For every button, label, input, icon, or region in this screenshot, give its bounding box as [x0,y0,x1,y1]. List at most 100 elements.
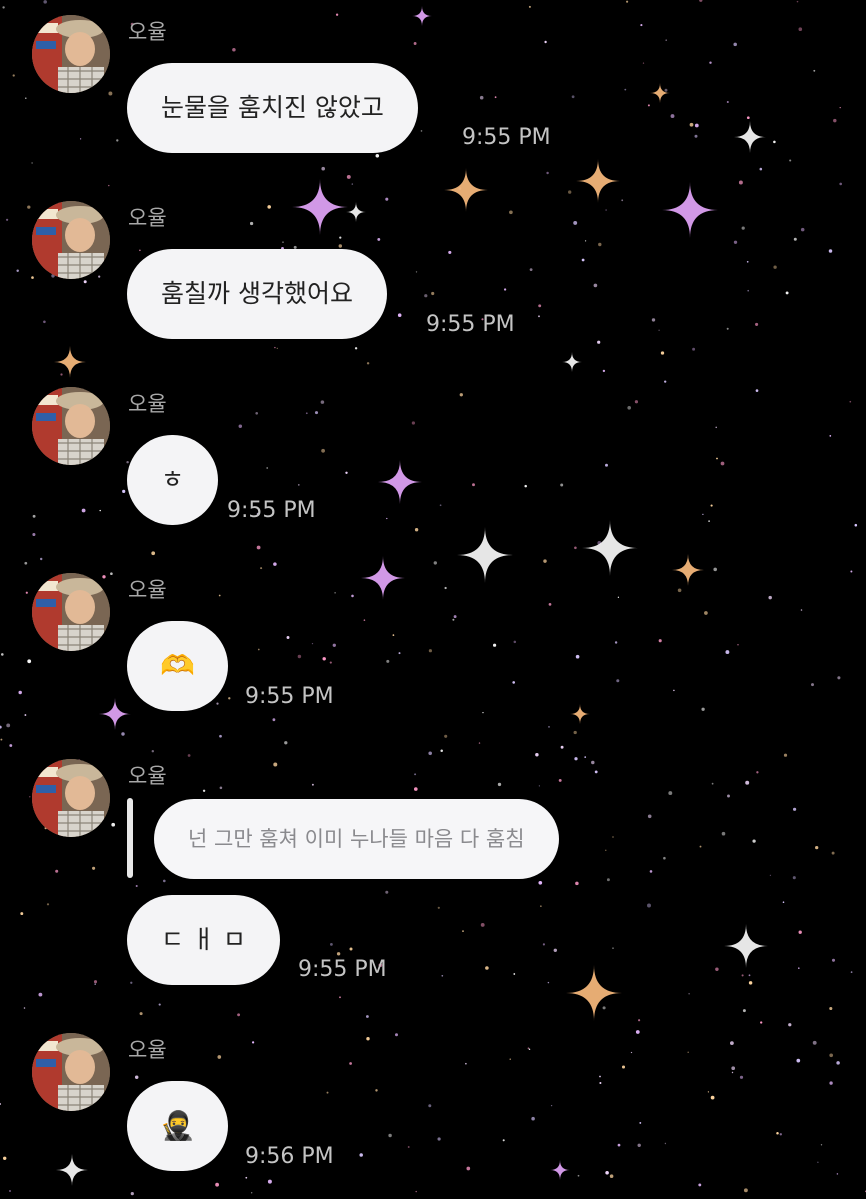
star-dot [272,718,276,722]
star-dot [60,373,63,376]
star-dot [746,260,749,263]
star-dot [658,639,662,643]
star-dot [748,981,753,985]
avatar[interactable] [32,201,110,279]
sparkle-star [576,159,620,203]
star-dot [415,1190,417,1193]
star-dot [420,130,423,132]
star-dot [134,1075,139,1079]
avatar[interactable] [32,759,110,837]
star-dot [547,981,550,984]
star-dot [839,182,843,186]
avatar[interactable] [32,1033,110,1111]
star-dot [385,197,389,201]
star-dot [386,659,390,663]
avatar[interactable] [32,15,110,93]
sparkle-star [346,202,366,222]
star-dot [800,227,805,232]
star-dot [769,874,772,876]
star-dot [726,100,729,104]
message-bubble[interactable]: 훔칠까 생각했어요 [127,249,387,339]
star-dot [721,831,726,836]
star-dot [6,723,11,728]
star-dot [574,546,577,550]
star-dot [9,744,13,747]
star-dot [788,1023,792,1027]
star-dot [336,952,341,956]
star-dot [544,40,547,44]
star-dot [428,751,432,756]
star-dot [18,690,22,695]
message-bubble[interactable]: 🫶 [127,621,228,711]
sparkle-star [672,554,704,586]
reply-indicator-bar [127,798,133,878]
star-dot [437,1137,441,1141]
star-dot [39,557,43,561]
star-dot [23,1007,26,1009]
star-dot [527,1047,530,1049]
star-dot [366,362,370,365]
sender-name: 오율 [128,206,167,230]
star-dot [375,1089,378,1092]
star-dot [282,241,284,243]
star-dot [568,190,572,194]
star-dot [689,122,694,127]
sparkle-star [378,460,422,504]
star-dot [238,424,243,428]
star-dot [431,291,435,296]
replied-message-preview[interactable]: 넌 그만 훔쳐 이미 누나들 마음 다 훔침 [154,799,559,879]
message-bubble[interactable]: ㅎ [127,435,219,525]
star-dot [385,890,389,894]
star-dot [746,116,750,120]
star-dot [602,369,606,373]
star-dot [440,749,443,752]
star-dot [850,570,853,573]
star-dot [256,545,261,550]
star-dot [428,649,432,653]
star-dot [779,1133,782,1136]
star-dot [29,796,31,798]
star-dot [459,393,463,397]
star-dot [349,1062,352,1065]
star-dot [828,249,833,253]
star-dot [321,166,325,171]
star-dot [573,730,577,735]
star-dot [345,471,348,474]
star-dot [849,400,852,403]
star-dot [535,753,539,757]
star-dot [485,966,489,970]
star-dot [16,269,19,273]
star-dot [111,822,116,827]
star-dot [538,304,542,308]
star-dot [83,280,87,284]
star-dot [670,114,675,119]
star-dot [529,268,533,272]
message-bubble[interactable]: 눈물을 훔치진 않았고 [127,63,418,153]
sparkle-star [650,83,670,103]
star-dot [756,771,759,774]
star-dot [773,265,777,269]
avatar[interactable] [32,573,110,651]
message-bubble[interactable]: ㄷ ㅐ ㅁ [127,895,280,985]
star-dot [320,400,325,404]
star-dot [829,1081,833,1085]
message-bubble[interactable]: 🥷 [127,1081,228,1171]
chat-view[interactable]: 오율 눈물을 훔치진 않았고 9:55 PM 오율 훔칠까 생각했어요 9:55… [0,0,866,1199]
star-dot [255,411,259,415]
avatar[interactable] [32,387,110,465]
star-dot [785,291,789,295]
star-dot [833,118,837,123]
star-dot [2,6,5,9]
star-dot [121,732,125,736]
star-dot [351,594,354,598]
star-dot [398,652,401,655]
star-dot [829,1053,834,1058]
star-dot [329,661,332,664]
star-dot [792,876,796,880]
star-dot [20,912,24,916]
star-dot [813,69,816,72]
star-dot [798,27,803,32]
star-dot [755,389,759,392]
star-dot [553,948,557,952]
star-dot [480,922,485,927]
